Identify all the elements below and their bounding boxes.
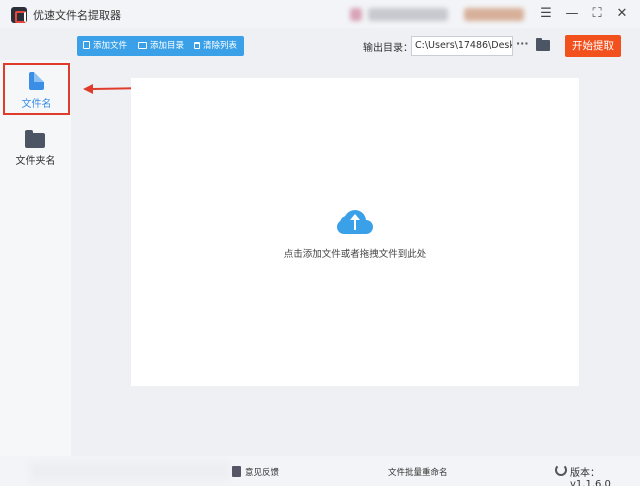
app-logo-icon bbox=[11, 7, 27, 23]
status-bar: 意见反馈 文件批量重命名 版本：v1.1.6.0 bbox=[0, 456, 640, 486]
clear-list-label: 清除列表 bbox=[203, 41, 238, 51]
app-title: 优速文件名提取器 bbox=[33, 9, 121, 22]
file-drop-zone[interactable]: 点击添加文件或者拖拽文件到此处 bbox=[131, 78, 579, 386]
more-options-button[interactable]: ··· bbox=[516, 37, 529, 53]
folder-plus-icon bbox=[138, 42, 147, 49]
blurred-username bbox=[368, 8, 448, 21]
batch-rename-link[interactable]: 文件批量重命名 bbox=[388, 466, 448, 478]
version-label: 版本：v1.1.6.0 bbox=[570, 468, 611, 486]
feedback-icon[interactable] bbox=[232, 466, 241, 477]
drop-hint-text: 点击添加文件或者拖拽文件到此处 bbox=[283, 249, 427, 260]
title-bar: 优速文件名提取器 ☰ — ⛶ ✕ bbox=[0, 0, 640, 28]
sidebar: 文件名 文件夹名 bbox=[0, 60, 71, 456]
file-icon bbox=[29, 72, 44, 90]
refresh-icon[interactable] bbox=[555, 464, 567, 476]
blurred-vip-badge bbox=[464, 8, 524, 21]
blurred-region bbox=[30, 462, 230, 480]
feedback-link[interactable]: 意见反馈 bbox=[245, 466, 279, 478]
sidebar-item-foldername[interactable]: 文件夹名 bbox=[0, 126, 71, 176]
sidebar-item-filename[interactable]: 文件名 bbox=[3, 63, 70, 115]
output-dir-label: 输出目录： bbox=[363, 43, 413, 54]
maximize-button[interactable]: ⛶ bbox=[587, 4, 607, 24]
file-plus-icon bbox=[83, 41, 90, 49]
minimize-button[interactable]: — bbox=[562, 4, 582, 24]
toolbar: 添加文件 添加目录 清除列表 bbox=[77, 36, 244, 56]
blurred-avatar bbox=[350, 8, 362, 21]
add-directory-button[interactable]: 添加目录 bbox=[138, 36, 184, 56]
output-path-field[interactable]: C:\Users\17486\Deskto bbox=[411, 36, 513, 56]
annotation-arrow-icon bbox=[83, 84, 93, 94]
clear-list-button[interactable]: 清除列表 bbox=[194, 36, 237, 56]
add-file-button[interactable]: 添加文件 bbox=[83, 36, 127, 56]
folder-icon bbox=[25, 130, 45, 148]
add-file-label: 添加文件 bbox=[93, 41, 128, 51]
start-extract-button[interactable]: 开始提取 bbox=[565, 35, 621, 57]
sidebar-item-label: 文件名 bbox=[21, 99, 52, 110]
close-button[interactable]: ✕ bbox=[612, 4, 632, 24]
trash-icon bbox=[194, 42, 200, 49]
cloud-upload-icon bbox=[337, 208, 373, 236]
menu-icon[interactable]: ☰ bbox=[536, 4, 556, 24]
sidebar-item-label: 文件夹名 bbox=[15, 156, 56, 167]
open-folder-icon[interactable] bbox=[536, 38, 550, 51]
add-directory-label: 添加目录 bbox=[150, 41, 185, 51]
